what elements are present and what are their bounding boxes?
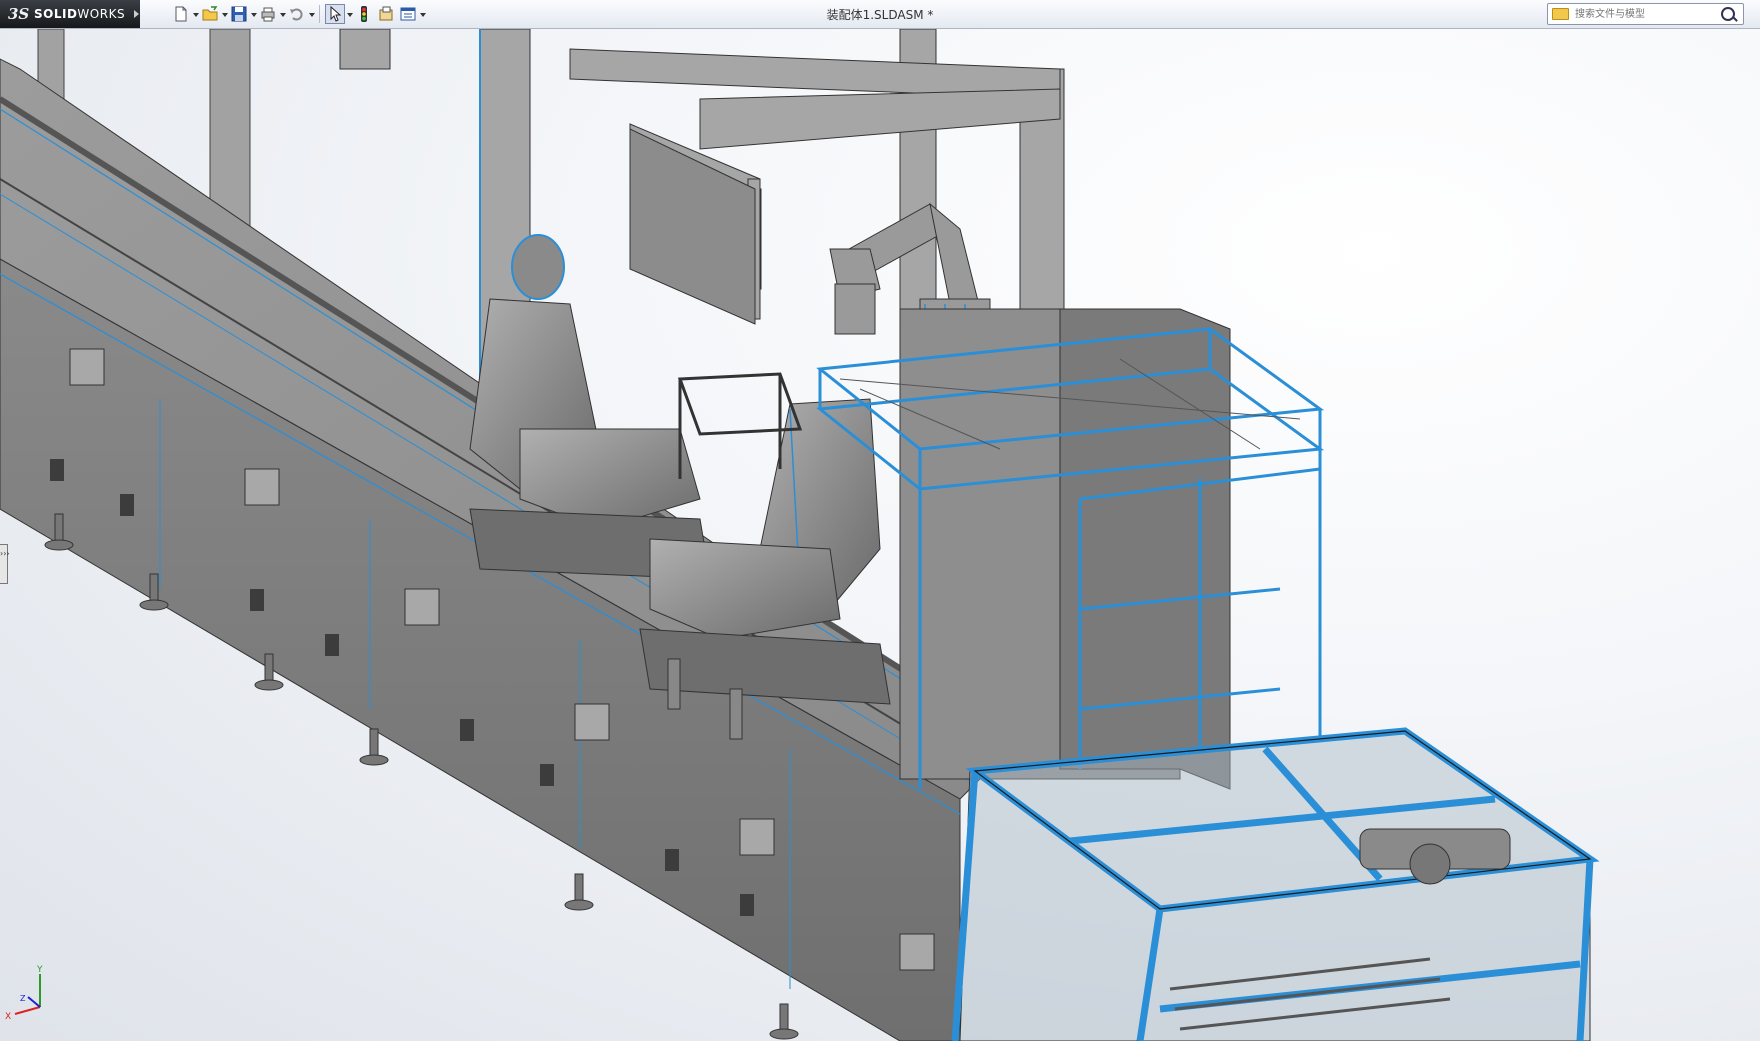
ds-logo-mark: 3S — [8, 5, 30, 23]
file-properties-icon[interactable] — [376, 4, 396, 24]
new-dropdown-arrow-icon[interactable] — [192, 5, 199, 23]
open-dropdown-arrow-icon[interactable] — [221, 5, 228, 23]
assembly-model-view[interactable]: Y X Z — [0, 29, 1760, 1041]
triad-y-label: Y — [36, 965, 43, 975]
search-icon[interactable] — [1721, 7, 1735, 21]
safety-guard-enclosure — [951, 727, 1600, 1041]
print-dropdown-arrow-icon[interactable] — [279, 5, 286, 23]
menu-flyout-arrow-icon[interactable] — [134, 10, 139, 18]
toolbar-separator — [319, 5, 320, 23]
rebuild-traffic-light-icon[interactable] — [354, 4, 374, 24]
search-input[interactable] — [1573, 6, 1722, 22]
undo-dropdown-arrow-icon[interactable] — [308, 5, 315, 23]
new-document-icon[interactable] — [171, 4, 191, 24]
print-icon[interactable] — [258, 4, 278, 24]
solidworks-logo[interactable]: 3S SOLIDWORKS — [0, 0, 140, 28]
title-bar: 3S SOLIDWORKS 装配体1.SLDASM * 搜索文件与模型 — [0, 0, 1760, 29]
feature-manager-expand-handle[interactable] — [0, 544, 8, 584]
select-dropdown-arrow-icon[interactable] — [346, 5, 353, 23]
save-icon[interactable] — [229, 4, 249, 24]
coordinate-triad: Y X Z — [5, 965, 43, 1022]
options-dropdown-arrow-icon[interactable] — [419, 5, 426, 23]
search-box[interactable] — [1547, 3, 1744, 25]
brand-name: SOLIDWORKS — [34, 7, 126, 21]
standard-toolbar — [170, 4, 426, 24]
select-cursor-icon[interactable] — [325, 4, 345, 24]
options-icon[interactable] — [398, 4, 418, 24]
search-scope-folder-icon[interactable] — [1552, 8, 1569, 20]
undo-icon[interactable] — [287, 4, 307, 24]
triad-z-label: Z — [20, 994, 26, 1003]
graphics-viewport[interactable]: Y X Z — [0, 29, 1760, 1041]
save-dropdown-arrow-icon[interactable] — [250, 5, 257, 23]
triad-x-label: X — [5, 1012, 11, 1022]
open-folder-icon[interactable] — [200, 4, 220, 24]
